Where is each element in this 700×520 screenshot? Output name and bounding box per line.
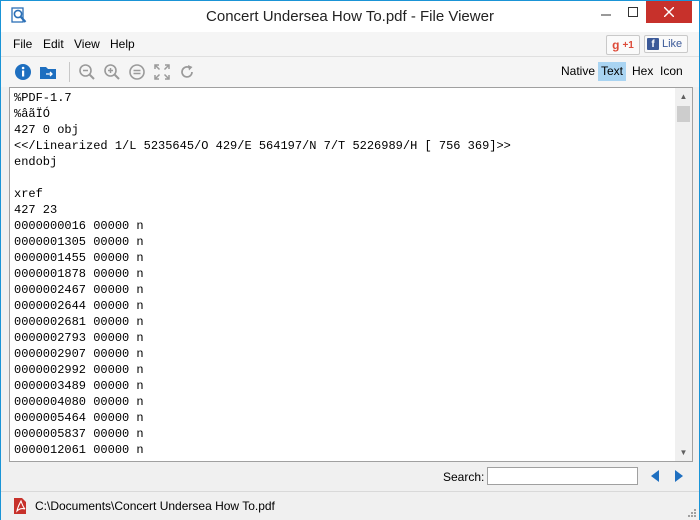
view-tab-text[interactable]: Text [598,62,627,81]
pdf-file-icon [14,498,26,514]
title-bar: Concert Undersea How To.pdf - File Viewe… [1,1,699,32]
status-bar: C:\Documents\Concert Undersea How To.pdf [1,491,699,520]
file-text-view[interactable]: %PDF-1.7 %âãÏÓ 427 0 obj <</Linearized 1/L … [14,90,674,460]
search-previous-icon[interactable] [648,469,662,483]
close-icon [664,7,674,17]
facebook-like-button[interactable]: f Like [644,35,688,53]
info-icon[interactable] [14,63,32,81]
google-plus-one-button[interactable]: g +1 [606,35,640,55]
zoom-in-icon[interactable] [103,63,121,81]
view-tab-hex[interactable]: Hex [629,62,656,81]
fit-to-window-icon[interactable] [153,63,171,81]
scroll-up-icon[interactable]: ▲ [675,88,692,105]
text-line: 0000002907 00000 n [14,347,144,361]
scroll-down-icon[interactable]: ▼ [675,444,692,461]
text-line: 427 0 obj [14,123,79,137]
text-line: 0000002681 00000 n [14,315,144,329]
text-line: 0000002644 00000 n [14,299,144,313]
zoom-out-icon[interactable] [78,63,96,81]
app-window: Concert Undersea How To.pdf - File Viewe… [0,0,700,520]
menu-view[interactable]: View [74,37,100,51]
text-line: 0000002793 00000 n [14,331,144,345]
toolbar: Native Text Hex Icon [1,57,699,87]
view-tab-native[interactable]: Native [558,62,598,81]
text-line: <</Linearized 1/L 5235645/O 429/E 564197… [14,139,511,153]
minimize-icon [600,14,611,16]
scroll-thumb[interactable] [677,106,690,122]
menu-help[interactable]: Help [110,37,135,51]
rotate-icon[interactable] [178,63,196,81]
menu-edit[interactable]: Edit [43,37,64,51]
text-line: 0000001305 00000 n [14,235,144,249]
menu-file[interactable]: File [13,37,32,51]
search-next-icon[interactable] [672,469,686,483]
text-line: 427 23 [14,203,58,217]
menu-bar: File Edit View Help g +1 f Like [1,32,699,57]
status-file-path: C:\Documents\Concert Undersea How To.pdf [35,499,275,513]
text-line [14,170,674,186]
text-content-pane[interactable]: %PDF-1.7 %âãÏÓ 427 0 obj <</Linearized 1/L … [9,87,693,462]
text-line: 0000000016 00000 n [14,219,144,233]
vertical-scrollbar[interactable]: ▲ ▼ [675,88,692,461]
google-plus-label: +1 [622,39,634,51]
text-line: %PDF-1.7 [14,91,72,105]
search-bar: Search: [1,463,699,491]
text-line: 0000002992 00000 n [14,363,144,377]
text-line: 0000005837 00000 n [14,427,144,441]
open-folder-icon[interactable] [39,63,57,81]
text-line: 0000004080 00000 n [14,395,144,409]
facebook-icon: f [647,38,659,50]
text-line: 0000001878 00000 n [14,267,144,281]
text-line: 0000012061 00000 n [14,443,144,457]
google-plus-icon: g [612,38,620,52]
view-tab-icon[interactable]: Icon [657,62,686,81]
text-line: endobj [14,155,58,169]
facebook-like-label: Like [662,38,683,50]
toolbar-separator [69,62,70,82]
zoom-reset-icon[interactable] [128,63,146,81]
maximize-icon [627,7,638,17]
text-line: 0000001455 00000 n [14,251,144,265]
text-line: 0000005464 00000 n [14,411,144,425]
text-line: %âãÏÓ [14,107,51,121]
text-line: 0000002467 00000 n [14,283,144,297]
close-button[interactable] [646,1,692,23]
text-line: xref [14,187,43,201]
search-input[interactable] [487,467,638,485]
maximize-button[interactable] [619,1,646,23]
resize-grip-icon[interactable] [687,508,697,518]
minimize-button[interactable] [592,1,619,23]
search-label: Search: [443,470,485,484]
text-line: 0000003489 00000 n [14,379,144,393]
